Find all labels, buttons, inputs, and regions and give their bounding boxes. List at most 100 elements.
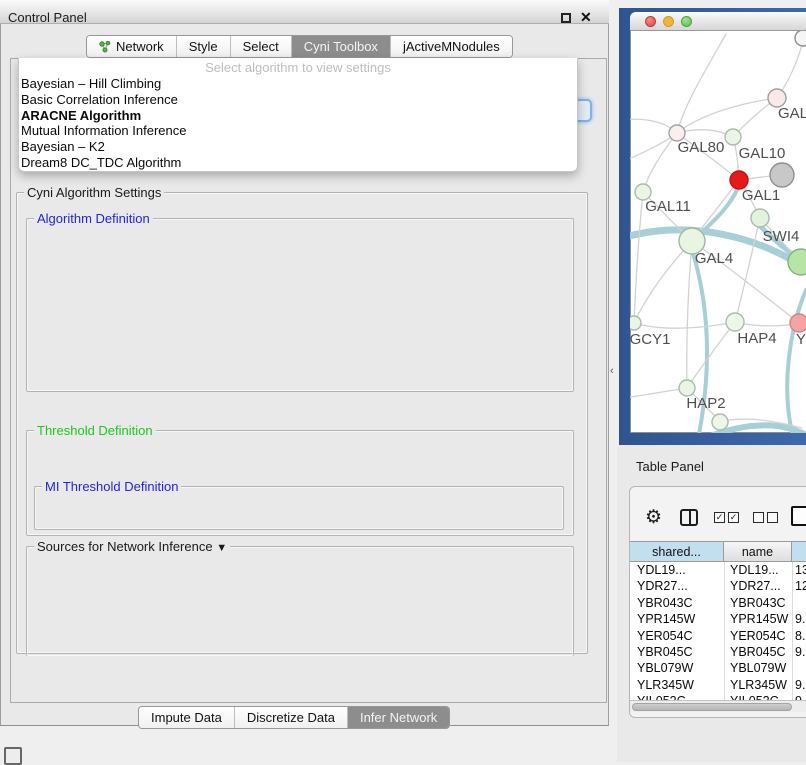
network-node[interactable] [751, 209, 769, 227]
tab-style[interactable]: Style [177, 36, 231, 57]
node-label: HAP2 [686, 395, 725, 412]
split-view-divider [689, 511, 691, 524]
node-label: SWI4 [763, 228, 800, 245]
cell-shared-name: YBL079W [637, 661, 693, 675]
sources-title: Sources for Network Inference [37, 539, 213, 554]
column-divider [792, 562, 793, 700]
table-row[interactable]: YBR043CYBR043C [630, 595, 806, 611]
close-traffic-light-icon[interactable] [645, 16, 656, 27]
cell-value: 9. [795, 645, 805, 659]
network-canvas[interactable]: GALGAL80GAL10GAL1GAL11SWI4GAL4GCY1HAP4YH… [630, 31, 806, 433]
node-label: GAL4 [695, 250, 733, 267]
algorithm-option[interactable]: Mutual Information Inference [19, 123, 577, 139]
network-node[interactable] [770, 163, 794, 187]
algorithm-dropdown-list: Select algorithm to view settings Bayesi… [18, 58, 578, 172]
table-row[interactable]: YBR045CYBR045C9. [630, 644, 806, 660]
network-node[interactable] [679, 380, 695, 396]
node-label: GAL [778, 105, 806, 122]
network-edge [634, 322, 735, 328]
column-header-A[interactable]: A [792, 541, 806, 562]
cell-value: 9. [795, 678, 805, 692]
page-icon[interactable] [791, 506, 806, 526]
network-edge [687, 322, 735, 388]
table-horizontal-scrollbar[interactable] [630, 700, 806, 712]
float-window-icon[interactable] [561, 13, 571, 23]
tab-infer-network[interactable]: Infer Network [348, 707, 449, 728]
group-title: Cyni Algorithm Settings [24, 185, 164, 200]
cell-shared-name: YDL19... [637, 563, 686, 577]
network-node[interactable] [726, 313, 744, 331]
zoom-traffic-light-icon[interactable] [681, 16, 692, 27]
select-none-unchecked-icon[interactable] [753, 512, 764, 523]
node-label: GAL10 [739, 145, 786, 162]
network-node[interactable] [630, 316, 641, 330]
group-title: Threshold Definition [34, 423, 156, 438]
tab-network[interactable]: Network [87, 36, 177, 57]
cell-shared-name: YBR043C [637, 596, 693, 610]
application-root: { "colors": { "blue_group_title": "#2525… [0, 0, 806, 762]
split-view-icon[interactable] [680, 509, 698, 526]
tab-label: Network [116, 39, 164, 54]
group-title: Sources for Network Inference ▼ [34, 539, 230, 554]
cell-name: YER054C [730, 629, 786, 643]
node-label: HAP4 [737, 330, 776, 347]
collapse-triangle-icon[interactable]: ▼ [216, 542, 227, 554]
network-edge [677, 98, 777, 133]
network-node[interactable] [790, 314, 806, 332]
network-node[interactable] [795, 31, 806, 46]
cell-shared-name: YDR27... [637, 579, 688, 593]
divider-collapse-icon[interactable]: ‹ [610, 365, 614, 377]
network-window-titlebar[interactable] [630, 12, 806, 31]
network-node[interactable] [712, 414, 728, 430]
gear-icon[interactable]: ⚙ [645, 506, 662, 529]
network-node[interactable] [725, 129, 741, 145]
node-label: GCY1 [630, 331, 670, 348]
tab-label: jActiveMNodules [403, 39, 500, 54]
control-panel-tabbar: Network Style Select Cyni Toolbox jActiveMNo… [86, 35, 513, 58]
column-header-shared...[interactable]: shared... [630, 541, 724, 562]
node-label: GAL11 [645, 198, 691, 215]
table-panel-title: Table Panel [636, 459, 704, 474]
minimized-window-icon[interactable] [4, 747, 22, 765]
cell-name: YBL079W [730, 661, 786, 675]
tab-cyni-toolbox[interactable]: Cyni Toolbox [292, 36, 391, 57]
bottom-tabbar: Impute DataDiscretize DataInfer Network [138, 706, 450, 729]
tab-label: Select [243, 39, 279, 54]
cell-shared-name: YER054C [637, 629, 693, 643]
cell-value: 8. [795, 629, 805, 643]
table-row[interactable]: YLR345WYLR345W9. [630, 677, 806, 693]
algorithm-definition-group: Algorithm Definition [26, 218, 574, 392]
tab-jactivemnodules[interactable]: jActiveMNodules [391, 36, 512, 57]
mi-threshold-definition-group: MI Threshold Definition [34, 486, 564, 530]
control-panel-titlebar[interactable] [0, 0, 609, 24]
table-row[interactable]: YBL079W YBL079W [630, 660, 806, 676]
minimize-traffic-light-icon[interactable] [663, 16, 674, 27]
algorithm-option[interactable]: Basic Correlation Inference [19, 92, 577, 108]
cell-shared-name: YBR045C [637, 645, 693, 659]
table-row[interactable]: YDL19...YDL19...13 [630, 562, 806, 578]
node-label: GAL1 [742, 187, 780, 204]
select-all-checked-icon[interactable]: ✓ [714, 512, 725, 523]
scrollbar-thumb[interactable] [632, 703, 792, 711]
table-row[interactable]: YDR27...YDR27...12 [630, 578, 806, 594]
algorithm-option[interactable]: Bayesian – Hill Climbing [19, 76, 577, 92]
column-divider [724, 562, 725, 700]
table-row[interactable]: YER054C YER054C 8. [630, 628, 806, 644]
dropdown-items: Bayesian – Hill ClimbingBasic Correlatio… [19, 76, 577, 171]
algorithm-option[interactable]: Bayesian – K2 [19, 139, 577, 155]
tab-impute-data[interactable]: Impute Data [139, 707, 235, 728]
column-header-name[interactable]: name [724, 541, 792, 562]
select-none-unchecked-icon[interactable] [767, 512, 778, 523]
tab-select[interactable]: Select [231, 36, 292, 57]
close-icon[interactable]: ✕ [580, 9, 592, 26]
algorithm-option[interactable]: Dream8 DC_TDC Algorithm [19, 155, 577, 171]
cell-value: 12 [795, 579, 806, 593]
select-all-checked-icon[interactable]: ✓ [728, 512, 739, 523]
network-edge [634, 241, 692, 323]
control-panel-title: Control Panel [8, 10, 87, 25]
tab-discretize-data[interactable]: Discretize Data [235, 707, 348, 728]
cell-value: 13 [795, 563, 806, 577]
algorithm-option[interactable]: ARACNE Algorithm [19, 108, 577, 124]
table-row[interactable]: YPR145WYPR145W9. [630, 611, 806, 627]
cell-value: 9. [795, 612, 805, 626]
